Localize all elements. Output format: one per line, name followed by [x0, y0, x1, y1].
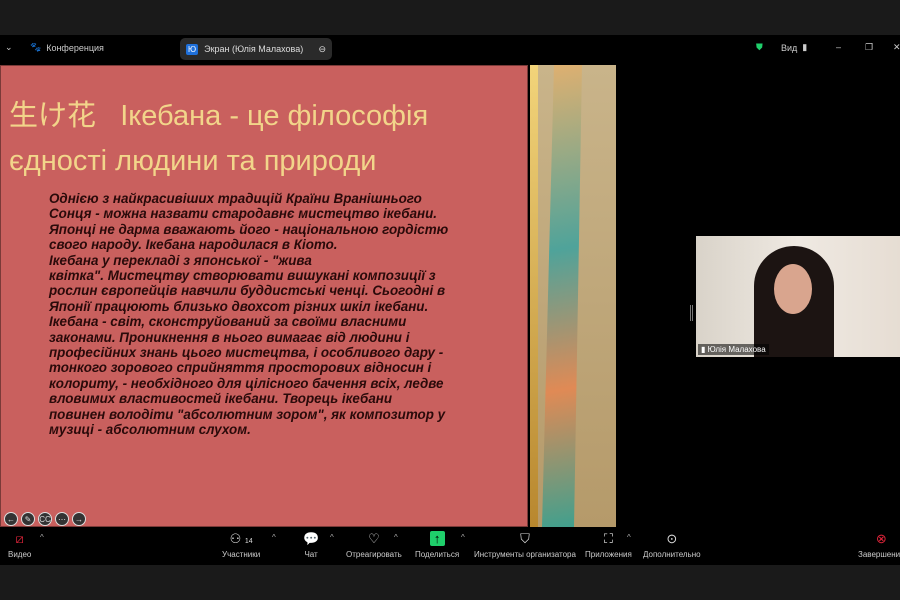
slide-decoration	[530, 65, 616, 527]
heart-icon: ♡	[368, 531, 380, 546]
slide-body: Однією з найкрасивіших традицій Країни В…	[49, 191, 448, 438]
meeting-topbar: ⌄ 🐾 Конференция Ю Экран (Юлія Малахова) ⊖ ⛊…	[0, 35, 900, 63]
view-button[interactable]: Вид ▮	[781, 42, 807, 53]
slide-controls: ← ✎ CC ⋯ →	[4, 512, 86, 526]
shared-screen: 生け花 Ікебана - це філософія єдності людин…	[0, 63, 900, 527]
body-line: повинен володіти "абсолютним зором", як …	[49, 406, 446, 422]
more-button[interactable]: ⊙ Дополнительно	[643, 531, 701, 559]
video-off-icon: ⧄	[15, 531, 24, 546]
share-button[interactable]: ↑ Поделиться	[415, 531, 459, 559]
slide-title: 生け花 Ікебана - це філософія єдності людин…	[9, 94, 529, 184]
participants-label: Участники	[222, 550, 261, 559]
meeting-info-button[interactable]: 🐾 Конференция	[30, 42, 104, 53]
title-line-2: єдності людини та природи	[9, 145, 377, 177]
slide-control-2-icon[interactable]: CC	[38, 512, 52, 526]
meeting-label: Конференция	[46, 42, 104, 53]
minimize-button[interactable]: –	[836, 42, 841, 52]
share-arrow-icon: ↑	[429, 531, 445, 546]
react-label: Отреагировать	[346, 550, 402, 559]
react-chevron-icon[interactable]: ^	[394, 533, 398, 542]
participants-button[interactable]: ⚇ 14 Участники	[222, 531, 260, 559]
body-line: Сонця - можна назвати стародавнє мистецт…	[49, 206, 438, 222]
body-line: колориту, - необхідного для цілісного ба…	[49, 375, 444, 391]
view-icon: ▮	[802, 42, 808, 52]
screen-share-tab[interactable]: Ю Экран (Юлія Малахова) ⊖	[180, 38, 332, 60]
participant-name-text: Юлія Малахова	[707, 345, 766, 354]
slide-control-3-icon[interactable]: ⋯	[55, 512, 69, 526]
participant-video[interactable]: ▮ Юлія Малахова	[696, 236, 900, 357]
host-tools-label: Инструменты организатора	[474, 550, 576, 559]
slide-control-0-icon[interactable]: ←	[4, 512, 18, 526]
restore-button[interactable]: ❐	[865, 42, 873, 53]
shield-icon: ⛉	[520, 531, 530, 546]
title-japanese: 生け花	[9, 100, 97, 132]
body-line: Ікебана - світ, сконструйований за своїм…	[49, 314, 407, 330]
body-line: професійних знань цього мистецтва, і осо…	[49, 345, 444, 361]
body-line: тонкого зорового сприйняття просторових …	[49, 360, 432, 376]
body-line: Японії працюють близько двохсот різних ш…	[49, 298, 429, 314]
more-options-icon[interactable]: ⊖	[318, 44, 326, 55]
screen-tab-label: Экран (Юлія Малахова)	[204, 44, 304, 54]
signal-icon: ▮	[701, 345, 708, 354]
security-shield-icon[interactable]: ⛊	[756, 42, 763, 53]
chat-chevron-icon[interactable]: ^	[330, 533, 334, 542]
chat-label: Чат	[304, 550, 318, 559]
participant-name: ▮ Юлія Малахова	[698, 344, 769, 355]
video-button[interactable]: ⧄ Видео	[8, 531, 31, 559]
chat-button[interactable]: 💬 Чат	[303, 531, 319, 559]
participants-chevron-icon[interactable]: ^	[272, 533, 276, 542]
apps-button[interactable]: ⛶ Приложения	[585, 531, 632, 559]
chat-icon: 💬	[303, 531, 320, 546]
apps-chevron-icon[interactable]: ^	[627, 533, 631, 542]
participants-icon: ⚇ 14	[229, 531, 253, 546]
body-line: рослин європейців навчили буддистські че…	[49, 283, 446, 299]
close-button[interactable]: ✕	[893, 42, 900, 53]
end-label: Завершение	[858, 550, 900, 559]
body-line: Ікебана у перекладі з японської - "жива	[49, 252, 312, 268]
presenter-badge: Ю	[186, 43, 199, 55]
presentation-slide: 生け花 Ікебана - це філософія єдності людин…	[0, 65, 528, 527]
apps-icon: ⛶	[603, 531, 613, 546]
end-button[interactable]: ⊗ Завершение	[858, 531, 900, 559]
more-icon: ⊙	[666, 531, 678, 546]
share-chevron-icon[interactable]: ^	[461, 533, 465, 542]
collapse-chevron-icon[interactable]: ⌄	[5, 42, 13, 53]
title-line-1: Ікебана - це філософія	[120, 100, 429, 132]
body-line: законами. Проникнення в нього вимагає ві…	[49, 329, 410, 345]
meeting-toolbar: ⧄ Видео ^ ⚇ 14 Участники ^ 💬 Чат ^ ♡ Отреаги…	[0, 527, 900, 565]
slide-control-1-icon[interactable]: ✎	[21, 512, 35, 526]
end-icon: ⊗	[875, 531, 887, 546]
paw-icon: 🐾	[30, 42, 42, 52]
slide-control-4-icon[interactable]: →	[72, 512, 86, 526]
body-line: Японці не дарма вважають його - націонал…	[49, 221, 449, 237]
participants-count: 14	[244, 538, 253, 545]
apps-label: Приложения	[585, 550, 632, 559]
body-line: квітка". Мистецтву створювати вишукані к…	[49, 268, 436, 284]
video-label: Видео	[8, 550, 32, 559]
view-label: Вид	[781, 42, 798, 53]
body-line: вловимих властивостей ікебани. Творець і…	[49, 391, 393, 407]
body-line: музиці - абсолютним слухом.	[49, 422, 251, 438]
share-label: Поделиться	[415, 550, 460, 559]
split-drag-handle[interactable]	[690, 305, 693, 321]
more-label: Дополнительно	[643, 550, 701, 559]
body-line: свого народу. Ікебана народилася в Кіото…	[49, 237, 338, 253]
participant-face	[774, 264, 812, 314]
video-options-chevron-icon[interactable]: ^	[40, 533, 44, 542]
host-tools-button[interactable]: ⛉ Инструменты организатора	[474, 531, 576, 559]
body-line: Однією з найкрасивіших традицій Країни В…	[49, 191, 422, 206]
